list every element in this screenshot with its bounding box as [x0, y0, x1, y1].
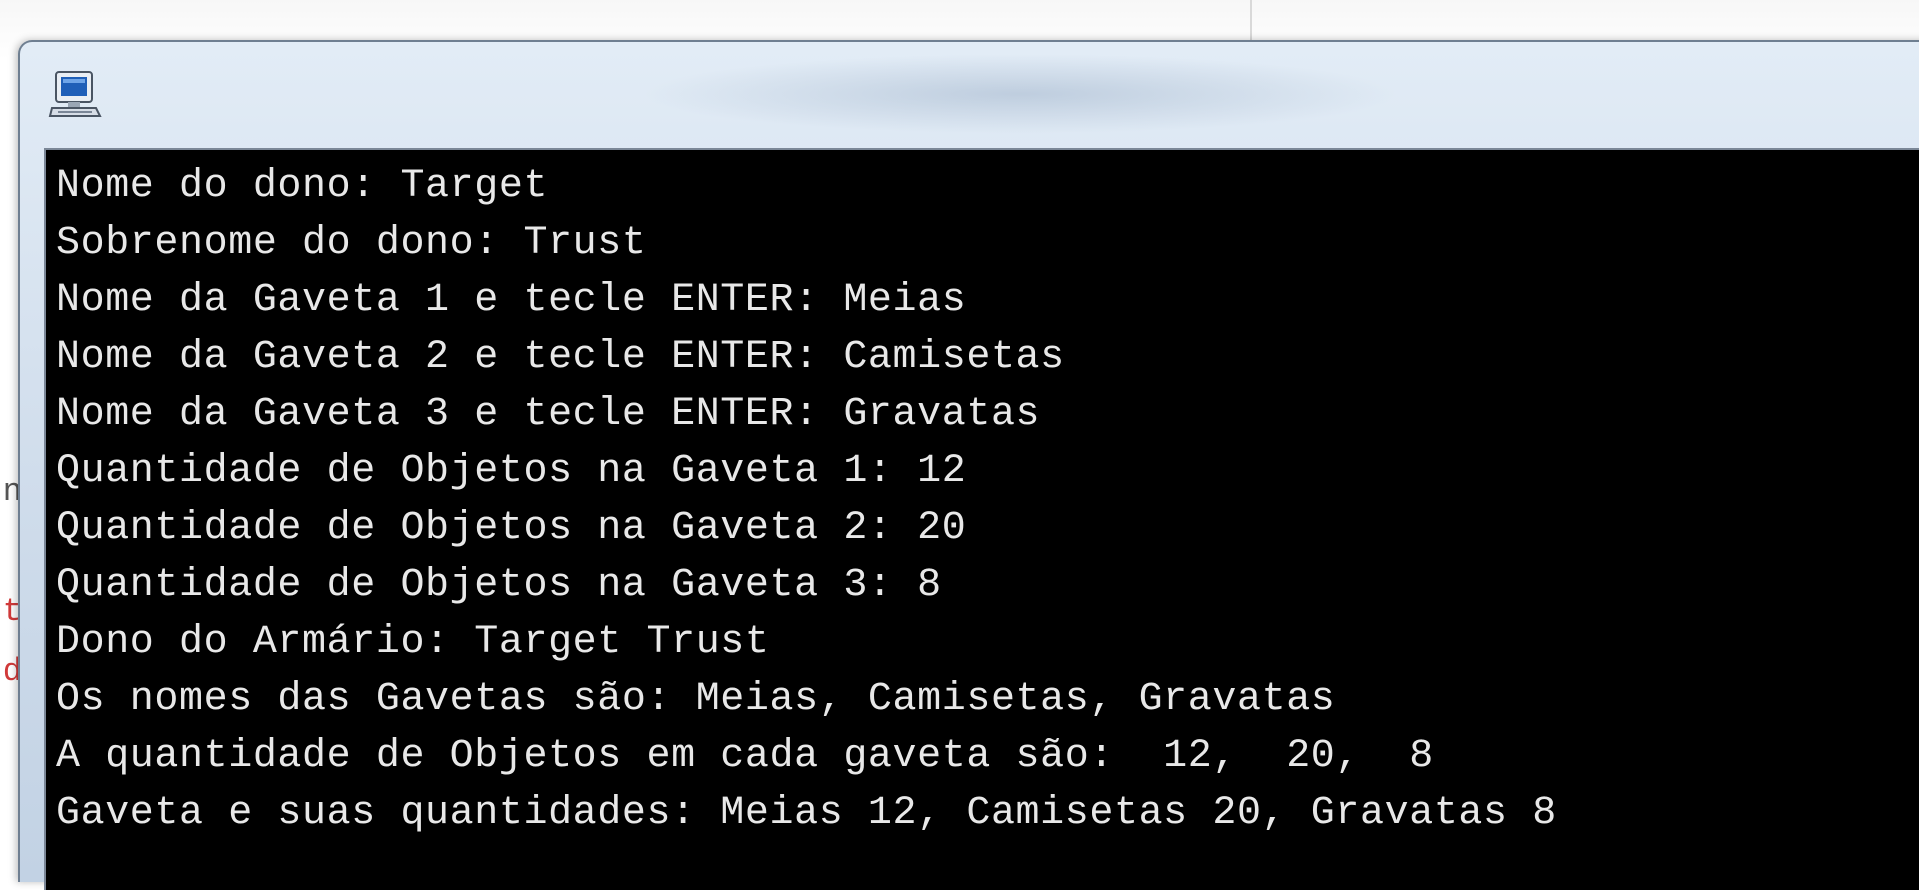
console-line: Quantidade de Objetos na Gaveta 1: 12	[56, 449, 967, 494]
console-line: Nome da Gaveta 2 e tecle ENTER: Camiseta…	[56, 335, 1065, 380]
console-line: Nome da Gaveta 1 e tecle ENTER: Meias	[56, 278, 967, 323]
console-line: Gaveta e suas quantidades: Meias 12, Cam…	[56, 791, 1557, 836]
blurred-title-area	[640, 54, 1400, 134]
console-window[interactable]: Nome do dono: Target Sobrenome do dono: …	[18, 40, 1919, 890]
console-output: Nome do dono: Target Sobrenome do dono: …	[56, 158, 1557, 842]
console-line: Os nomes das Gavetas são: Meias, Camiset…	[56, 677, 1336, 722]
console-line: Dono do Armário: Target Trust	[56, 620, 770, 665]
console-line: Quantidade de Objetos na Gaveta 3: 8	[56, 563, 942, 608]
console-line: Quantidade de Objetos na Gaveta 2: 20	[56, 506, 967, 551]
title-bar[interactable]	[20, 42, 1919, 146]
console-line: A quantidade de Objetos em cada gaveta s…	[56, 734, 1434, 779]
console-app-icon[interactable]	[48, 68, 104, 122]
console-output-area[interactable]: Nome do dono: Target Sobrenome do dono: …	[44, 148, 1919, 890]
console-line: Sobrenome do dono: Trust	[56, 221, 647, 266]
console-line: Nome do dono: Target	[56, 164, 549, 209]
console-line: Nome da Gaveta 3 e tecle ENTER: Gravatas	[56, 392, 1041, 437]
background-window-divider	[1250, 0, 1252, 44]
